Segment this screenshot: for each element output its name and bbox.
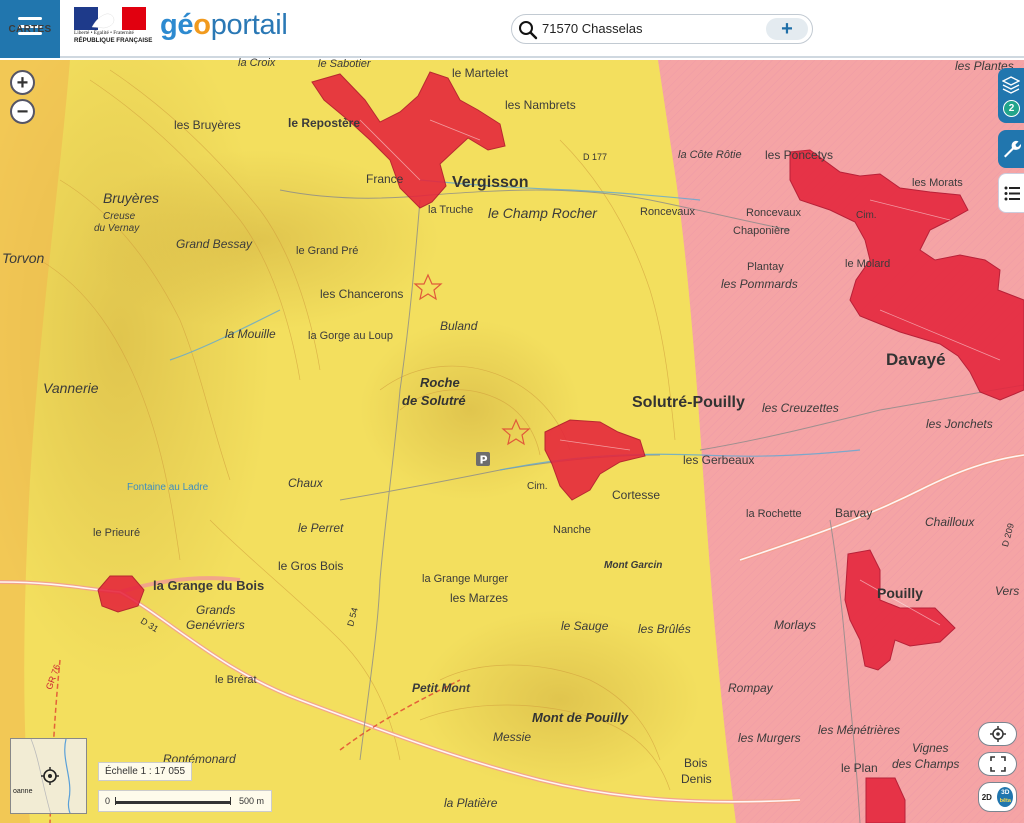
minimap-canvas xyxy=(30,739,71,813)
map-canvas[interactable]: P xyxy=(0,60,1024,823)
gov-name: RÉPUBLIQUE FRANÇAISE xyxy=(74,37,153,44)
geoportail-logo[interactable]: géoportail xyxy=(160,9,288,42)
mode-3d-button[interactable]: 3D bêta xyxy=(997,787,1014,807)
mode-3d-label: 3D xyxy=(1001,789,1010,796)
brand-g: g xyxy=(160,9,178,41)
scale-start: 0 xyxy=(105,796,111,806)
top-bar: CARTES Liberté • Égalité • Fraternité RÉ… xyxy=(0,0,1024,58)
scale-line xyxy=(115,801,231,804)
add-button[interactable]: + xyxy=(766,18,808,40)
svg-text:P: P xyxy=(480,454,488,467)
scale-bar: 0 500 m xyxy=(98,790,272,812)
scale-end: 500 m xyxy=(239,796,265,806)
republique-francaise-logo[interactable]: Liberté • Égalité • Fraternité RÉPUBLIQU… xyxy=(74,7,153,53)
layers-count-badge: 2 xyxy=(1003,100,1020,117)
view-2d-3d-toggle[interactable]: 2D 3D bêta xyxy=(978,782,1017,812)
search-box[interactable]: 71570 Chasselas + xyxy=(511,14,813,44)
search-input[interactable]: 71570 Chasselas xyxy=(542,21,642,36)
tools-tab[interactable] xyxy=(998,130,1024,168)
wrench-icon xyxy=(1004,140,1021,158)
menu-icon xyxy=(18,17,42,35)
scale-tick-end xyxy=(230,797,231,805)
fullscreen-button[interactable] xyxy=(978,752,1017,776)
zoom-out-button[interactable]: − xyxy=(10,99,35,124)
legend-tab[interactable] xyxy=(998,173,1024,213)
layers-tab[interactable]: 2 xyxy=(998,68,1024,123)
mode-beta-label: bêta xyxy=(999,798,1011,804)
brand-rest: portail xyxy=(210,9,288,41)
geolocate-button[interactable] xyxy=(978,722,1017,746)
map-view[interactable]: P le Martelet les Nambrets le Sabotier l… xyxy=(0,57,1024,823)
crosshair-icon xyxy=(989,726,1006,742)
list-icon xyxy=(1004,186,1020,201)
zoom-in-button[interactable]: + xyxy=(10,70,35,95)
brand-e: é xyxy=(177,9,194,41)
marianne-flag-icon xyxy=(74,7,146,30)
minimap-town-label: oanne xyxy=(13,788,33,795)
search-icon xyxy=(519,21,538,40)
geoportail-app: CARTES Liberté • Égalité • Fraternité RÉ… xyxy=(0,0,1024,823)
fullscreen-icon xyxy=(989,756,1006,772)
brand-o: o xyxy=(193,9,211,41)
cartes-menu-button[interactable]: CARTES xyxy=(0,0,60,58)
scale-label: Échelle 1 : 17 055 xyxy=(98,762,193,781)
mode-2d-label[interactable]: 2D xyxy=(982,793,992,802)
overview-minimap[interactable]: oanne xyxy=(10,738,87,814)
layers-icon xyxy=(1002,76,1020,94)
gov-motto: Liberté • Égalité • Fraternité xyxy=(74,30,134,36)
